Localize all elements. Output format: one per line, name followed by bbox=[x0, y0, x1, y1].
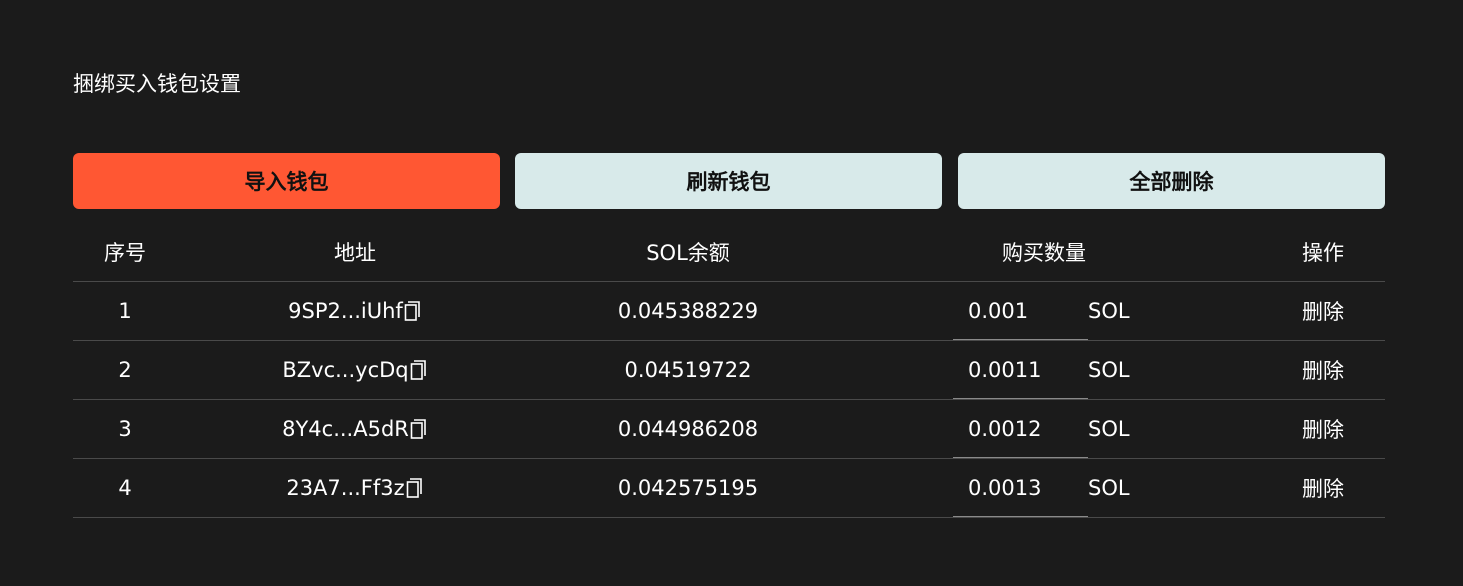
wallet-table: 序号 地址 SOL余额 购买数量 操作 1 9SP2...iUhf 0.0453… bbox=[73, 222, 1385, 518]
quantity-unit: SOL bbox=[1088, 417, 1130, 441]
page-title: 捆绑买入钱包设置 bbox=[73, 72, 241, 96]
row-address: BZvc...ycDq bbox=[282, 358, 409, 382]
copy-icon[interactable] bbox=[410, 359, 428, 381]
refresh-wallet-button[interactable]: 刷新钱包 bbox=[515, 153, 942, 209]
quantity-input[interactable] bbox=[968, 459, 1078, 517]
row-address-cell: 23A7...Ff3z bbox=[177, 459, 533, 517]
row-index: 3 bbox=[118, 417, 132, 441]
copy-icon[interactable] bbox=[410, 418, 428, 440]
delete-row-button[interactable]: 删除 bbox=[1213, 341, 1433, 399]
row-index: 1 bbox=[118, 299, 132, 323]
row-balance: 0.042575195 bbox=[617, 476, 759, 500]
row-index: 2 bbox=[118, 358, 132, 382]
table-header: 序号 地址 SOL余额 购买数量 操作 bbox=[73, 222, 1385, 282]
delete-row-button[interactable]: 删除 bbox=[1213, 282, 1433, 340]
quantity-unit: SOL bbox=[1088, 299, 1130, 323]
quantity-input[interactable] bbox=[968, 341, 1078, 399]
row-address-cell: 9SP2...iUhf bbox=[177, 282, 533, 340]
row-address: 8Y4c...A5dR bbox=[282, 417, 409, 441]
quantity-input[interactable] bbox=[968, 400, 1078, 458]
copy-icon[interactable] bbox=[406, 477, 424, 499]
row-balance: 0.045388229 bbox=[617, 299, 759, 323]
row-balance: 0.044986208 bbox=[617, 417, 759, 441]
bundle-wallet-settings-panel: 捆绑买入钱包设置 导入钱包 刷新钱包 全部删除 序号 地址 SOL余额 购买数量… bbox=[73, 0, 1385, 586]
row-address-cell: 8Y4c...A5dR bbox=[177, 400, 533, 458]
row-address: 9SP2...iUhf bbox=[288, 299, 403, 323]
action-buttons: 导入钱包 刷新钱包 全部删除 bbox=[73, 153, 1385, 209]
delete-row-button[interactable]: 删除 bbox=[1213, 400, 1433, 458]
table-row: 3 8Y4c...A5dR 0.044986208 SOL 删除 bbox=[73, 400, 1385, 459]
header-address: 地址 bbox=[334, 240, 376, 265]
header-action: 操作 bbox=[1302, 240, 1344, 265]
table-row: 2 BZvc...ycDq 0.04519722 SOL 删除 bbox=[73, 341, 1385, 400]
header-quantity: 购买数量 bbox=[1002, 240, 1086, 265]
row-address: 23A7...Ff3z bbox=[286, 476, 405, 500]
copy-icon[interactable] bbox=[404, 300, 422, 322]
quantity-unit: SOL bbox=[1088, 476, 1130, 500]
row-address-cell: BZvc...ycDq bbox=[177, 341, 533, 399]
delete-row-button[interactable]: 删除 bbox=[1213, 459, 1433, 517]
table-row: 1 9SP2...iUhf 0.045388229 SOL 删除 bbox=[73, 282, 1385, 341]
header-index: 序号 bbox=[104, 240, 146, 265]
import-wallet-button[interactable]: 导入钱包 bbox=[73, 153, 500, 209]
header-balance: SOL余额 bbox=[646, 240, 730, 265]
table-row: 4 23A7...Ff3z 0.042575195 SOL 删除 bbox=[73, 459, 1385, 518]
row-index: 4 bbox=[118, 476, 132, 500]
quantity-unit: SOL bbox=[1088, 358, 1130, 382]
delete-all-button[interactable]: 全部删除 bbox=[958, 153, 1385, 209]
quantity-input[interactable] bbox=[968, 282, 1078, 340]
row-balance: 0.04519722 bbox=[624, 358, 752, 382]
